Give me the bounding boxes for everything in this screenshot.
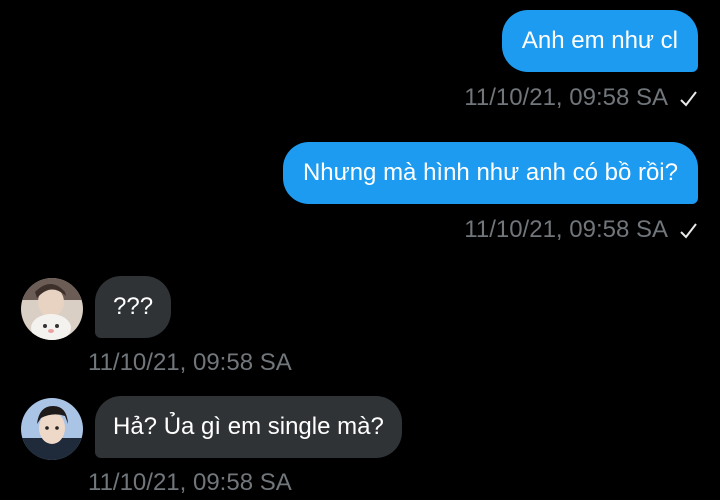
message-text: Nhưng mà hình như anh có bồ rồi? [302,159,678,186]
sender-avatar[interactable] [21,398,83,460]
message-timestamp: 11/10/21, 09:58 SA [88,349,292,376]
message-text: ??? [113,293,154,320]
message-timestamp: 11/10/21, 09:58 SA [464,84,668,111]
sender-avatar[interactable] [21,278,83,340]
outgoing-message-bubble[interactable]: Anh em như cl [501,10,698,72]
check-icon [678,88,698,108]
message-timestamp: 11/10/21, 09:58 SA [464,216,668,243]
message-meta: 11/10/21, 09:58 SA [464,84,698,112]
message-meta: 11/10/21, 09:58 SA [464,216,698,244]
message-text: Hả? Ủa gì em single mà? [113,413,384,440]
message-text: Anh em như cl [521,27,678,54]
check-icon [678,220,698,240]
incoming-message-bubble[interactable]: Hả? Ủa gì em single mà? [95,396,402,458]
message-timestamp: 11/10/21, 09:58 SA [88,469,292,496]
outgoing-message-bubble[interactable]: Nhưng mà hình như anh có bồ rồi? [282,142,698,204]
incoming-message-bubble[interactable]: ??? [95,276,172,338]
